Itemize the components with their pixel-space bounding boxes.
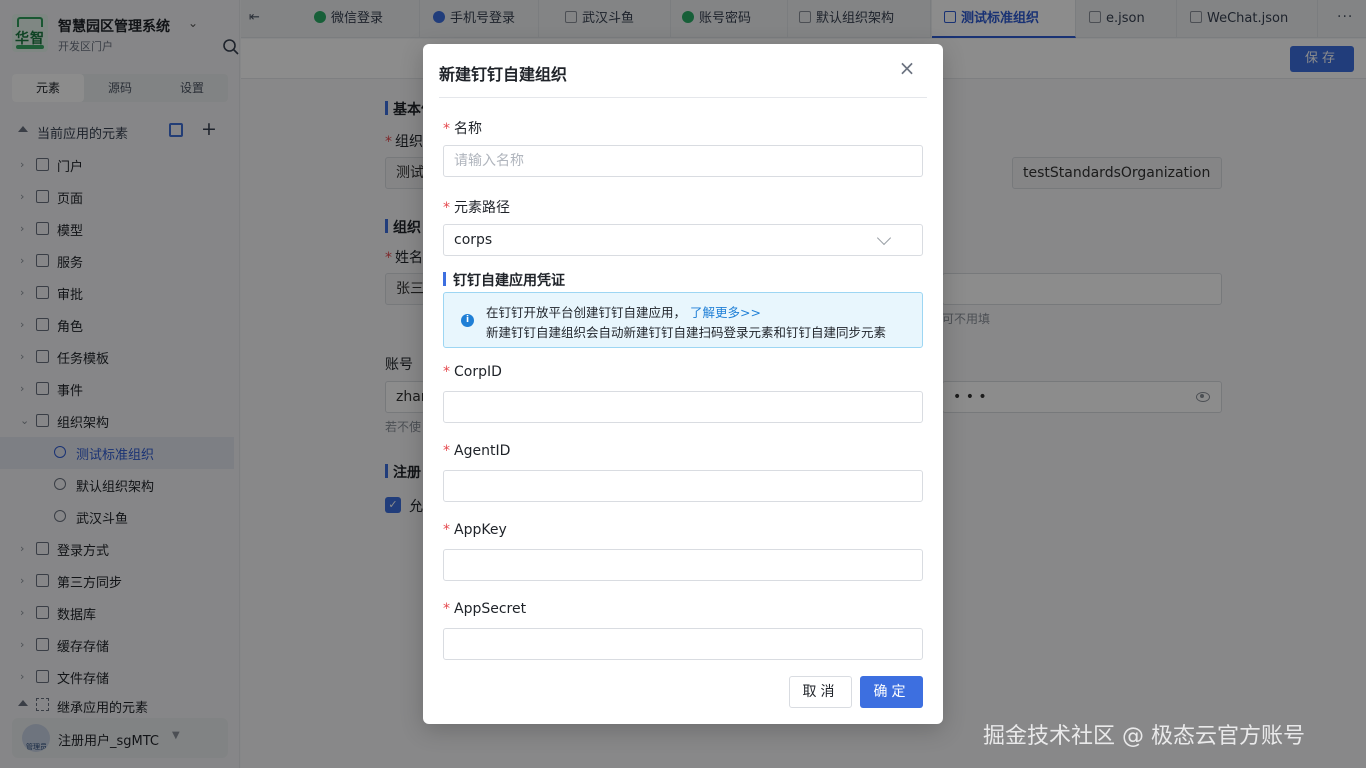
appkey-label: * AppKey: [443, 522, 507, 538]
close-icon[interactable]: ×: [897, 58, 917, 78]
dialog-divider: [439, 97, 927, 98]
watermark: 掘金技术社区 @ 极态云官方账号: [983, 724, 1305, 749]
credentials-section-title: 钉钉自建应用凭证: [443, 270, 565, 290]
info-icon: i: [461, 314, 474, 327]
create-dingtalk-org-dialog: 新建钉钉自建组织 × * 名称 请输入名称 * 元素路径 corps 钉钉自建应用凭…: [423, 44, 943, 724]
agentid-label: * AgentID: [443, 443, 511, 459]
confirm-button[interactable]: 确定: [860, 676, 923, 708]
learn-more-link[interactable]: 了解更多>>: [690, 305, 761, 320]
element-path-label: * 元素路径: [443, 200, 510, 216]
corpid-input[interactable]: [443, 391, 923, 423]
appkey-input[interactable]: [443, 549, 923, 581]
name-label: * 名称: [443, 121, 482, 137]
element-path-select[interactable]: corps: [443, 224, 923, 256]
name-suffix-input[interactable]: [802, 145, 923, 177]
info-line-2: 新建钉钉自建组织会自动新建钉钉自建扫码登录元素和钉钉自建同步元素: [486, 325, 887, 340]
info-alert: i 在钉钉开放平台创建钉钉自建应用， 了解更多>> 新建钉钉自建组织会自动新建钉钉…: [443, 292, 923, 348]
info-line-1: 在钉钉开放平台创建钉钉自建应用， 了解更多>>: [486, 305, 761, 320]
corpid-label: * CorpID: [443, 364, 502, 380]
agentid-input[interactable]: [443, 470, 923, 502]
cancel-button[interactable]: 取消: [789, 676, 852, 708]
appsecret-label: * AppSecret: [443, 601, 527, 617]
name-input[interactable]: 请输入名称: [443, 145, 803, 177]
dialog-title: 新建钉钉自建组织: [439, 65, 568, 84]
appsecret-input[interactable]: [443, 628, 923, 660]
